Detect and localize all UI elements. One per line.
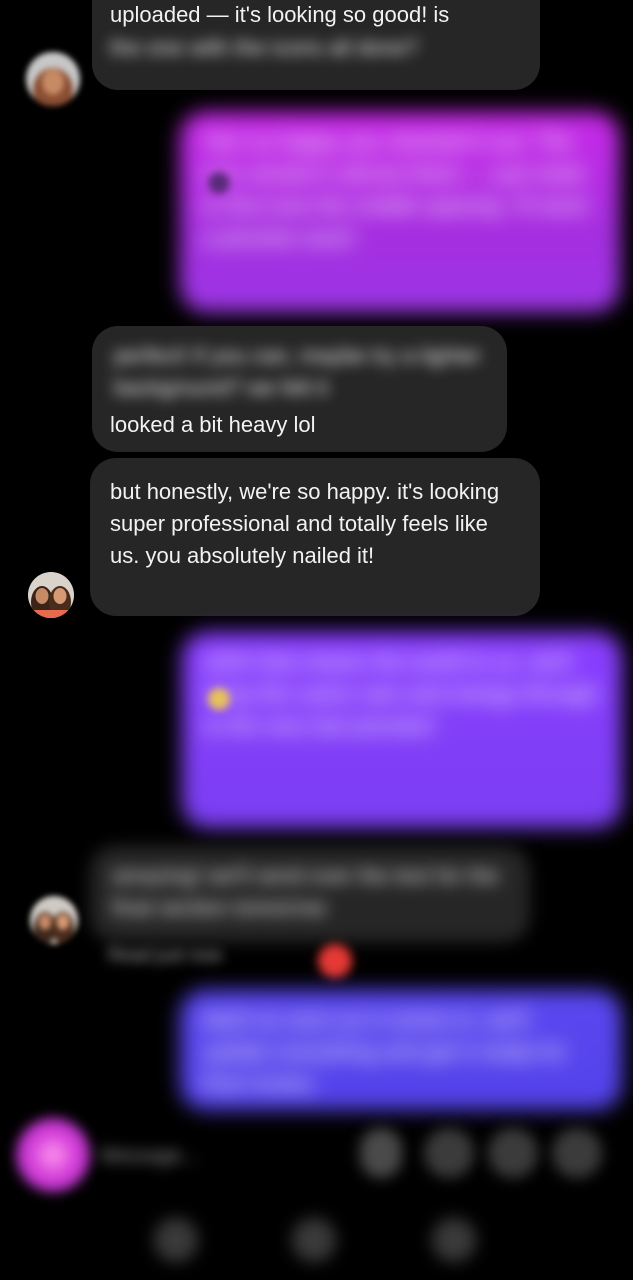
message-text: uploaded — it's looking so good! is: [110, 2, 450, 27]
message-meta: Read just now: [108, 945, 223, 965]
heart-reaction-icon[interactable]: [318, 944, 352, 978]
outgoing-message[interactable]: ahhh that means the world to us. we'll k…: [182, 632, 622, 828]
message-text: ahhh that means the world to us. we'll k…: [204, 649, 598, 738]
incoming-message-top[interactable]: uploaded — it's looking so good! is the …: [92, 0, 540, 90]
nav-recents-icon[interactable]: [432, 1218, 476, 1262]
nav-back-icon[interactable]: [154, 1218, 198, 1262]
message-text-blurred: perfect! if you can, maybe try a lighter…: [114, 343, 481, 400]
emoji-icon: [208, 688, 230, 710]
sticker-icon[interactable]: [488, 1128, 538, 1178]
message-text: deal! as soon as it comes in, we'll upda…: [202, 1007, 567, 1096]
message-text: amazing! we'll send over the text for th…: [112, 863, 499, 920]
message-input[interactable]: Message...: [100, 1138, 350, 1174]
incoming-message-focus[interactable]: but honestly, we're so happy. it's looki…: [90, 458, 540, 616]
camera-icon[interactable]: [16, 1118, 90, 1192]
message-text-tail: looked a bit heavy lol: [110, 412, 316, 437]
contact-avatar[interactable]: [28, 572, 74, 618]
message-text: Yes! so happy you checked it out. The ic…: [202, 129, 587, 250]
plus-icon[interactable]: [552, 1128, 602, 1178]
incoming-message[interactable]: amazing! we'll send over the text for th…: [90, 846, 530, 942]
message-text-blurred: the one with the icons all done?: [110, 35, 419, 60]
outgoing-message[interactable]: deal! as soon as it comes in, we'll upda…: [180, 990, 622, 1110]
image-icon[interactable]: [424, 1128, 474, 1178]
emoji-icon: [208, 172, 230, 194]
mic-icon[interactable]: [360, 1128, 402, 1178]
nav-home-icon[interactable]: [292, 1218, 336, 1262]
contact-avatar[interactable]: [30, 896, 78, 944]
outgoing-message[interactable]: Yes! so happy you checked it out. The ic…: [180, 112, 620, 312]
chat-screen: uploaded — it's looking so good! is the …: [0, 0, 633, 1280]
message-text: but honestly, we're so happy. it's looki…: [110, 479, 500, 568]
contact-avatar[interactable]: [26, 52, 80, 106]
